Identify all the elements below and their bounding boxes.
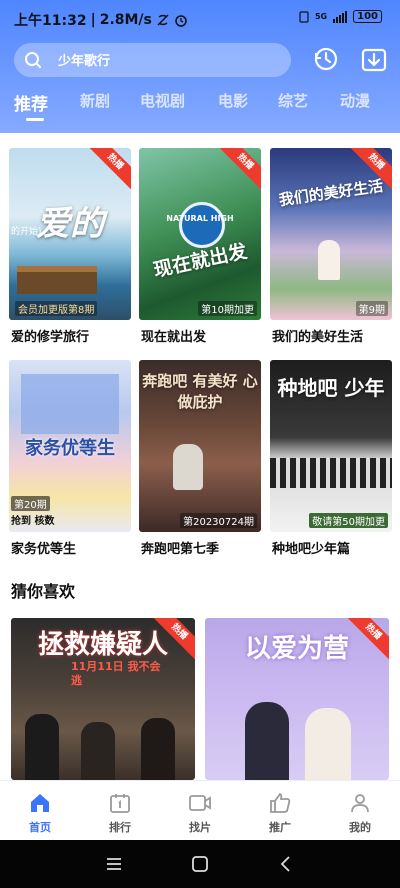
- tab-movie[interactable]: 电影: [218, 90, 248, 111]
- battery-level: 100: [357, 11, 378, 22]
- poster-title: 我们的美好生活: [277, 176, 385, 210]
- history-icon[interactable]: [312, 45, 340, 73]
- video-card[interactable]: 奔跑吧 有美好 心做庇护 第20230724期 奔跑吧第七季: [139, 360, 261, 557]
- video-title[interactable]: 爱的修学旅行: [11, 326, 89, 345]
- nav-discover[interactable]: 找片: [160, 781, 240, 841]
- tab-anime[interactable]: 动漫: [340, 90, 370, 111]
- poster-image[interactable]: 以爱为营 热播: [205, 618, 389, 780]
- ranking-icon[interactable]: [108, 791, 132, 815]
- search-bar[interactable]: [14, 43, 291, 77]
- video-title[interactable]: 我们的美好生活: [272, 326, 363, 345]
- video-card[interactable]: 爱的 的开始) 热播 会员加更版第8期 爱的修学旅行: [9, 148, 131, 345]
- nav-label: 找片: [189, 821, 211, 834]
- video-card[interactable]: 种地吧 少年 敬请第50期加更 种地吧少年篇: [270, 360, 392, 557]
- alarm-icon: [175, 15, 187, 27]
- status-divider: |: [90, 12, 96, 28]
- video-title[interactable]: 家务优等生: [11, 538, 76, 557]
- video-card[interactable]: 我们的美好生活 热播 第9期 我们的美好生活: [270, 148, 392, 345]
- sim-icon: [299, 10, 309, 23]
- nfc-icon: [157, 14, 169, 26]
- video-title[interactable]: 种地吧少年篇: [272, 538, 350, 557]
- poster-figure: [245, 702, 289, 780]
- poster-title: 种地吧 少年: [277, 376, 385, 400]
- nav-label: 排行: [109, 821, 131, 834]
- poster-title: 爱的: [36, 204, 104, 244]
- status-speed: 2.8M/s: [99, 12, 152, 28]
- active-tab-indicator: [26, 118, 44, 121]
- back-icon[interactable]: [276, 854, 296, 874]
- poster-subtitle: 的开始): [11, 227, 42, 237]
- pier-shape: [17, 266, 97, 294]
- poster-subtitle: 抢到 核数: [11, 516, 55, 527]
- nav-label: 我的: [349, 821, 371, 834]
- poster-image[interactable]: 种地吧 少年 敬请第50期加更: [270, 360, 392, 532]
- video-card[interactable]: 家务优等生 抢到 核数 第20期 家务优等生: [9, 360, 131, 557]
- nav-ranking[interactable]: 排行: [80, 781, 160, 841]
- recommend-card[interactable]: 以爱为营 热播: [205, 618, 389, 780]
- poster-title: 以爱为营: [244, 634, 349, 664]
- nav-profile[interactable]: 我的: [320, 781, 400, 841]
- tab-new[interactable]: 新剧: [80, 90, 110, 111]
- section-title: 猜你喜欢: [11, 582, 76, 601]
- home-square-icon[interactable]: [190, 854, 210, 874]
- menu-icon[interactable]: [104, 854, 124, 874]
- nav-promote[interactable]: 推广: [240, 781, 320, 841]
- poster-figure: [81, 722, 115, 780]
- video-icon[interactable]: [188, 791, 212, 815]
- system-nav-bar: [0, 840, 400, 888]
- poster-figure: [25, 714, 59, 780]
- network-type: 5G: [314, 12, 328, 21]
- video-card[interactable]: NATURAL HIGH 现在就出发 热播 第10期加更 现在就出发: [139, 148, 261, 345]
- episode-label: 第20230724期: [180, 513, 257, 528]
- poster-figure: [141, 718, 175, 780]
- tab-variety[interactable]: 综艺: [278, 90, 308, 111]
- poster-subtitle: NATURAL HIGH: [166, 214, 234, 223]
- tab-tv[interactable]: 电视剧: [140, 90, 185, 111]
- hot-badge: 热播: [86, 148, 131, 191]
- poster-title: 奔跑吧 有美好 心做庇护: [142, 372, 258, 411]
- recommend-card[interactable]: 拯救嫌疑人 11月11日 我不会逃 热播: [11, 618, 195, 780]
- download-icon[interactable]: [360, 45, 388, 73]
- user-icon[interactable]: [348, 791, 372, 815]
- poster-subtitle: 11月11日 我不会逃: [71, 660, 161, 687]
- search-icon[interactable]: [24, 51, 42, 69]
- search-input[interactable]: [56, 49, 280, 73]
- battery-icon: 100: [353, 10, 382, 23]
- poster-image[interactable]: 奔跑吧 有美好 心做庇护 第20230724期: [139, 360, 261, 532]
- video-title[interactable]: 现在就出发: [141, 326, 206, 345]
- nav-label: 首页: [29, 821, 51, 834]
- status-bar: 上午11:32 | 2.8M/s 5G 100: [0, 0, 400, 36]
- nav-home[interactable]: 首页: [0, 781, 80, 841]
- episode-label: 第20期: [11, 496, 50, 511]
- poster-figure: [305, 708, 351, 780]
- poster-image[interactable]: NATURAL HIGH 现在就出发 热播 第10期加更: [139, 148, 261, 320]
- poster-block: [21, 374, 119, 434]
- nav-label: 推广: [269, 821, 291, 834]
- app-header: 上午11:32 | 2.8M/s 5G 100 推荐 新: [0, 0, 400, 133]
- tab-recommend[interactable]: 推荐: [14, 90, 48, 115]
- episode-label: 第9期: [355, 301, 388, 316]
- home-icon[interactable]: [28, 791, 52, 815]
- poster-figure: [318, 240, 340, 280]
- episode-label: 会员加更版第8期: [15, 301, 98, 316]
- episode-label: 第10期加更: [198, 301, 257, 316]
- poster-astronaut: [173, 444, 203, 490]
- thumbs-up-icon[interactable]: [268, 791, 292, 815]
- episode-label: 敬请第50期加更: [309, 513, 388, 528]
- poster-image[interactable]: 拯救嫌疑人 11月11日 我不会逃 热播: [11, 618, 195, 780]
- bottom-nav: 首页 排行 找片 推广 我的: [0, 780, 400, 841]
- hot-badge: 热播: [216, 148, 261, 191]
- poster-silhouettes: [270, 458, 392, 488]
- video-title[interactable]: 奔跑吧第七季: [141, 538, 219, 557]
- poster-image[interactable]: 家务优等生 抢到 核数 第20期: [9, 360, 131, 532]
- poster-image[interactable]: 爱的 的开始) 热播 会员加更版第8期: [9, 148, 131, 320]
- poster-image[interactable]: 我们的美好生活 热播 第9期: [270, 148, 392, 320]
- signal-icon: [333, 10, 348, 23]
- poster-title: 家务优等生: [25, 438, 115, 459]
- status-time: 上午11:32: [14, 13, 87, 29]
- category-tabs: 推荐 新剧 电视剧 电影 综艺 动漫: [0, 90, 400, 130]
